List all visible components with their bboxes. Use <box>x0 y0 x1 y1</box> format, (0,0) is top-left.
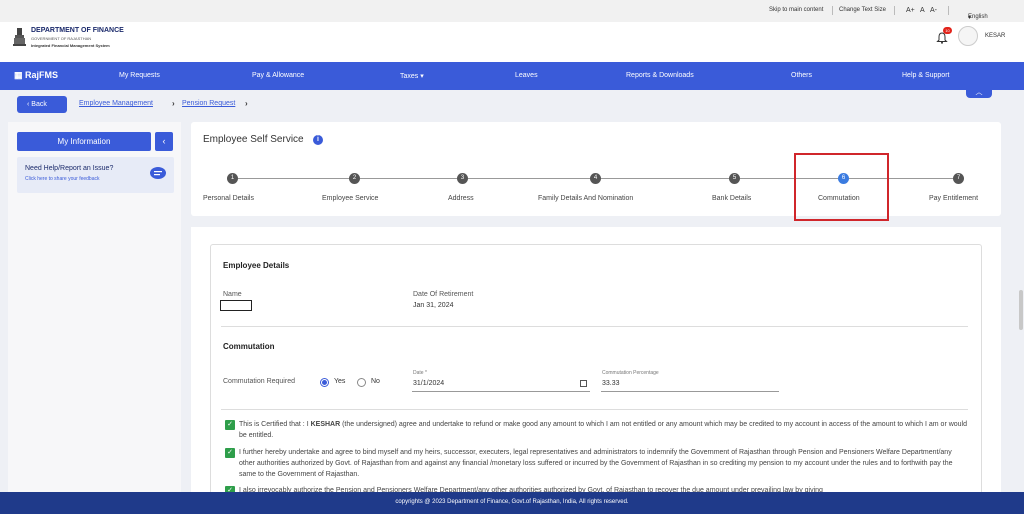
step-4-indicator[interactable]: 4 <box>590 173 601 184</box>
step-7-label[interactable]: Pay Entitlement <box>929 195 978 202</box>
date-input-underline <box>412 391 590 392</box>
retirement-date-value: Jan 31, 2024 <box>413 302 454 309</box>
sidebar-toggle-button[interactable]: ‹ <box>155 132 173 151</box>
copyright-text: copyrights @ 2023 Department of Finance,… <box>395 499 629 505</box>
change-text-size-label: Change Text Size <box>839 7 886 13</box>
chat-icon <box>150 167 166 179</box>
page-title: Employee Self Service <box>203 134 304 145</box>
calendar-icon[interactable] <box>580 380 587 387</box>
state-emblem-icon <box>13 28 26 46</box>
help-title: Need Help/Report an Issue? <box>25 165 114 172</box>
step-1-label[interactable]: Personal Details <box>203 195 254 202</box>
collapse-nav-button[interactable]: ︿ <box>966 88 992 98</box>
skip-to-main-link[interactable]: Skip to main content <box>769 7 823 13</box>
step-connector <box>468 178 590 179</box>
nav-leaves[interactable]: Leaves <box>515 72 538 79</box>
step-1-indicator[interactable]: 1 <box>227 173 238 184</box>
nav-help-support[interactable]: Help & Support <box>902 72 949 79</box>
user-name[interactable]: KESAR <box>985 33 1005 39</box>
text-size-decrease-button[interactable]: A- <box>930 7 937 14</box>
nav-reports-downloads[interactable]: Reports & Downloads <box>626 72 694 79</box>
chevron-up-icon: ︿ <box>975 89 983 96</box>
retirement-date-label: Date Of Retirement <box>413 291 474 298</box>
nav-pay-allowance[interactable]: Pay & Allowance <box>252 72 304 79</box>
avatar[interactable] <box>958 26 978 46</box>
chevron-down-icon: ▾ <box>968 15 972 21</box>
declaration-1-post: (the undersigned) agree and undertake to… <box>239 421 968 439</box>
date-label: Date * <box>413 370 427 376</box>
step-7-indicator[interactable]: 7 <box>953 173 964 184</box>
declaration-1-text: This is Certified that : I KESHAR (the u… <box>239 419 969 441</box>
divider <box>832 6 833 15</box>
text-size-normal-button[interactable]: A <box>920 7 925 14</box>
step-2-indicator[interactable]: 2 <box>349 173 360 184</box>
scrollbar-thumb[interactable] <box>1019 290 1023 330</box>
divider <box>948 6 949 15</box>
employee-details-title: Employee Details <box>223 261 290 270</box>
help-box[interactable]: Need Help/Report an Issue? Click here to… <box>17 157 174 193</box>
chevron-left-icon: ‹ <box>162 136 166 146</box>
header: DEPARTMENT OF FINANCE GOVERNMENT OF RAJA… <box>0 22 1024 62</box>
commutation-no-radio[interactable] <box>357 378 366 387</box>
nav-taxes-label: Taxes <box>400 73 419 80</box>
declaration-1-checkbox[interactable]: ✓ <box>225 420 235 430</box>
department-subtitle: GOVERNMENT OF RAJASTHAN <box>31 36 92 41</box>
declaration-1-name: KESHAR <box>310 421 341 428</box>
my-information-button[interactable]: My Information <box>17 132 151 151</box>
step-4-label[interactable]: Family Details And Nomination <box>538 195 633 202</box>
name-label: Name <box>223 291 242 298</box>
commutation-yes-radio[interactable] <box>320 378 329 387</box>
commutation-required-label: Commutation Required <box>223 378 295 385</box>
back-button[interactable]: ‹ Back <box>17 96 67 113</box>
utility-bar: Skip to main content Change Text Size A+… <box>0 0 1024 22</box>
footer: copyrights @ 2023 Department of Finance,… <box>0 492 1024 514</box>
commutation-percentage-input[interactable]: 33.33 <box>602 380 620 387</box>
name-value <box>220 300 252 311</box>
commutation-percentage-label: Commutation Percentage <box>602 370 659 376</box>
step-3-label[interactable]: Address <box>448 195 474 202</box>
app-logo-text: RajFMS <box>25 70 59 80</box>
info-icon[interactable]: i <box>313 135 323 145</box>
app-logo[interactable]: ▦ RajFMS <box>14 70 58 81</box>
declaration-2-checkbox[interactable]: ✓ <box>225 448 235 458</box>
step-5-label[interactable]: Bank Details <box>712 195 751 202</box>
breadcrumb-employee-management[interactable]: Employee Management <box>79 100 153 107</box>
step-5-indicator[interactable]: 5 <box>729 173 740 184</box>
chevron-right-icon: › <box>172 99 175 108</box>
nav-others[interactable]: Others <box>791 72 812 79</box>
step-3-indicator[interactable]: 3 <box>457 173 468 184</box>
logo-grid-icon: ▦ <box>14 70 23 80</box>
declaration-2-text: I further hereby undertake and agree to … <box>239 449 953 478</box>
back-button-label: Back <box>31 101 47 108</box>
feedback-link[interactable]: Click here to share your feedback <box>25 176 99 182</box>
divider <box>221 326 968 327</box>
main-nav: ▦ RajFMS My Requests Pay & Allowance Tax… <box>0 62 1024 90</box>
commutation-title: Commutation <box>223 342 275 351</box>
step-connector <box>601 178 729 179</box>
step-2-label[interactable]: Employee Service <box>322 195 378 202</box>
divider <box>894 6 895 15</box>
breadcrumb-pension-request[interactable]: Pension Request <box>182 100 235 107</box>
declaration-3-text: I also irrevocably authorize the Pension… <box>239 487 823 492</box>
notification-badge: 10 <box>943 27 952 34</box>
annotation-highlight <box>794 153 889 221</box>
step-connector <box>360 178 457 179</box>
text-size-increase-button[interactable]: A+ <box>906 7 915 14</box>
system-name: Integrated Financial Management System <box>31 43 110 48</box>
declaration-1-pre: This is Certified that : I <box>239 421 311 428</box>
percentage-input-underline <box>601 391 779 392</box>
chevron-left-icon: ‹ <box>27 101 30 108</box>
chevron-down-icon: ▾ <box>420 73 424 80</box>
no-label[interactable]: No <box>371 378 380 385</box>
nav-my-requests[interactable]: My Requests <box>119 72 160 79</box>
department-title: DEPARTMENT OF FINANCE <box>31 27 124 34</box>
chevron-right-icon: › <box>245 99 248 108</box>
date-input[interactable]: 31/1/2024 <box>413 380 444 387</box>
divider <box>221 409 968 410</box>
yes-label[interactable]: Yes <box>334 378 345 385</box>
nav-taxes[interactable]: Taxes ▾ <box>400 72 424 80</box>
step-connector <box>238 178 349 179</box>
